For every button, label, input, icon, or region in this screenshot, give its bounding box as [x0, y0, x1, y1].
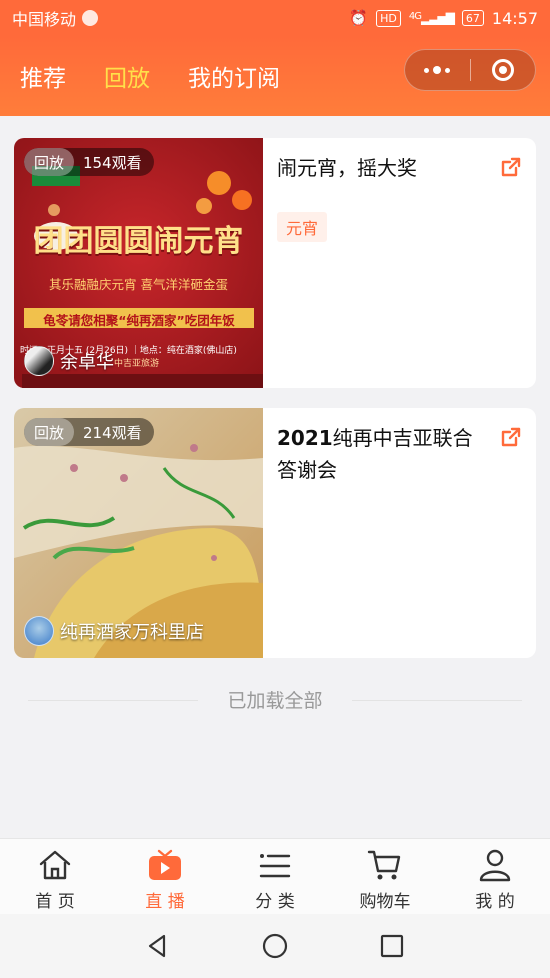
- poster-banner: 龟苓请您相聚“纯再酒家”吃团年饭: [43, 313, 235, 328]
- category-list-icon: [259, 854, 291, 878]
- home-icon: [39, 850, 71, 880]
- view-count: 154观看: [83, 153, 142, 172]
- recents-square-icon[interactable]: [378, 932, 406, 960]
- replay-card[interactable]: 回放 214观看 纯再酒家万科里店 2021纯再中吉亚联合答谢会: [14, 408, 536, 658]
- carrier-name: 中国移动: [12, 10, 77, 29]
- video-thumbnail[interactable]: 团团圆圆闹元宵 其乐融融庆元宵 喜气洋洋砸金蛋 龟苓请您相聚“纯再酒家”吃团年饭…: [14, 138, 263, 388]
- list-end-indicator: 已加载全部: [0, 686, 550, 713]
- avatar: [24, 346, 54, 376]
- user-icon: [479, 849, 511, 882]
- system-nav-bar: [0, 914, 550, 978]
- host-info: 余卓华: [24, 346, 114, 376]
- signal-icon: 4G▂▃▅▇: [408, 11, 455, 25]
- card-title: 2021纯再中吉亚联合答谢会: [277, 422, 487, 486]
- cart-icon: [367, 850, 401, 880]
- tab-label: 首 页: [35, 892, 75, 912]
- tab-me[interactable]: 我 的: [440, 839, 550, 914]
- back-triangle-icon[interactable]: [144, 932, 172, 960]
- live-tv-icon: [149, 849, 181, 880]
- view-count: 214观看: [83, 423, 142, 442]
- clock: 14:57: [491, 8, 538, 28]
- bottom-tab-bar: 首 页 直 播 分 类 购物车 我 的: [0, 838, 550, 914]
- top-header: 推荐 回放 我的订阅: [0, 36, 550, 116]
- tab-home[interactable]: 首 页: [0, 839, 110, 914]
- poster-organizer: 中吉亚旅游: [114, 359, 160, 369]
- tab-label: 我 的: [475, 892, 515, 912]
- network-type: 4G: [408, 11, 422, 22]
- loaded-all-text: 已加载全部: [227, 690, 323, 712]
- tab-category[interactable]: 分 类: [220, 839, 330, 914]
- battery-level: 67: [465, 11, 480, 25]
- host-name: 余卓华: [60, 352, 114, 373]
- tab-live[interactable]: 直 播: [110, 839, 220, 914]
- tab-recommend[interactable]: 推荐: [20, 59, 66, 93]
- alarm-icon: ⏰: [349, 9, 369, 27]
- replay-badge: 回放 154观看: [24, 148, 154, 176]
- video-thumbnail[interactable]: 回放 214观看 纯再酒家万科里店: [14, 408, 263, 658]
- tab-replay[interactable]: 回放: [104, 59, 150, 93]
- poster-subline: 其乐融融庆元宵 喜气洋洋砸金蛋: [49, 277, 228, 292]
- poster-headline: 团团圆圆闹元宵: [33, 224, 244, 259]
- share-icon[interactable]: [500, 426, 522, 448]
- home-circle-icon[interactable]: [261, 932, 289, 960]
- battery-icon: 67: [461, 10, 484, 26]
- title-year: 2021: [277, 426, 333, 450]
- replay-label: 回放: [24, 418, 75, 446]
- tab-label: 直 播: [145, 892, 185, 912]
- topic-tag: 元宵: [277, 212, 328, 242]
- tab-label: 分 类: [255, 892, 295, 912]
- close-miniprogram-button[interactable]: [471, 50, 536, 90]
- share-icon[interactable]: [500, 156, 522, 178]
- avatar: [24, 616, 54, 646]
- status-bar: 中国移动 ⏰ HD 4G▂▃▅▇ 67 14:57: [0, 0, 550, 36]
- host-info: 纯再酒家万科里店: [24, 616, 204, 646]
- tab-my-subscriptions[interactable]: 我的订阅: [188, 59, 280, 93]
- tab-cart[interactable]: 购物车: [330, 839, 440, 914]
- tab-label: 购物车: [359, 892, 411, 912]
- replay-badge: 回放 214观看: [24, 418, 154, 446]
- card-info: 闹元宵，摇大奖 元宵: [277, 152, 487, 242]
- host-name: 纯再酒家万科里店: [60, 622, 204, 643]
- replay-label: 回放: [24, 148, 75, 176]
- more-menu-button[interactable]: [405, 50, 470, 90]
- target-circle-icon: [491, 59, 514, 81]
- more-dots-icon: [424, 66, 451, 74]
- miniprogram-capsule: [404, 49, 536, 91]
- card-title: 闹元宵，摇大奖: [277, 156, 417, 180]
- replay-card[interactable]: 团团圆圆闹元宵 其乐融融庆元宵 喜气洋洋砸金蛋 龟苓请您相聚“纯再酒家”吃团年饭…: [14, 138, 536, 388]
- card-info: 2021纯再中吉亚联合答谢会: [277, 422, 487, 486]
- hd-indicator: HD: [376, 9, 401, 27]
- notification-icon: [82, 10, 99, 26]
